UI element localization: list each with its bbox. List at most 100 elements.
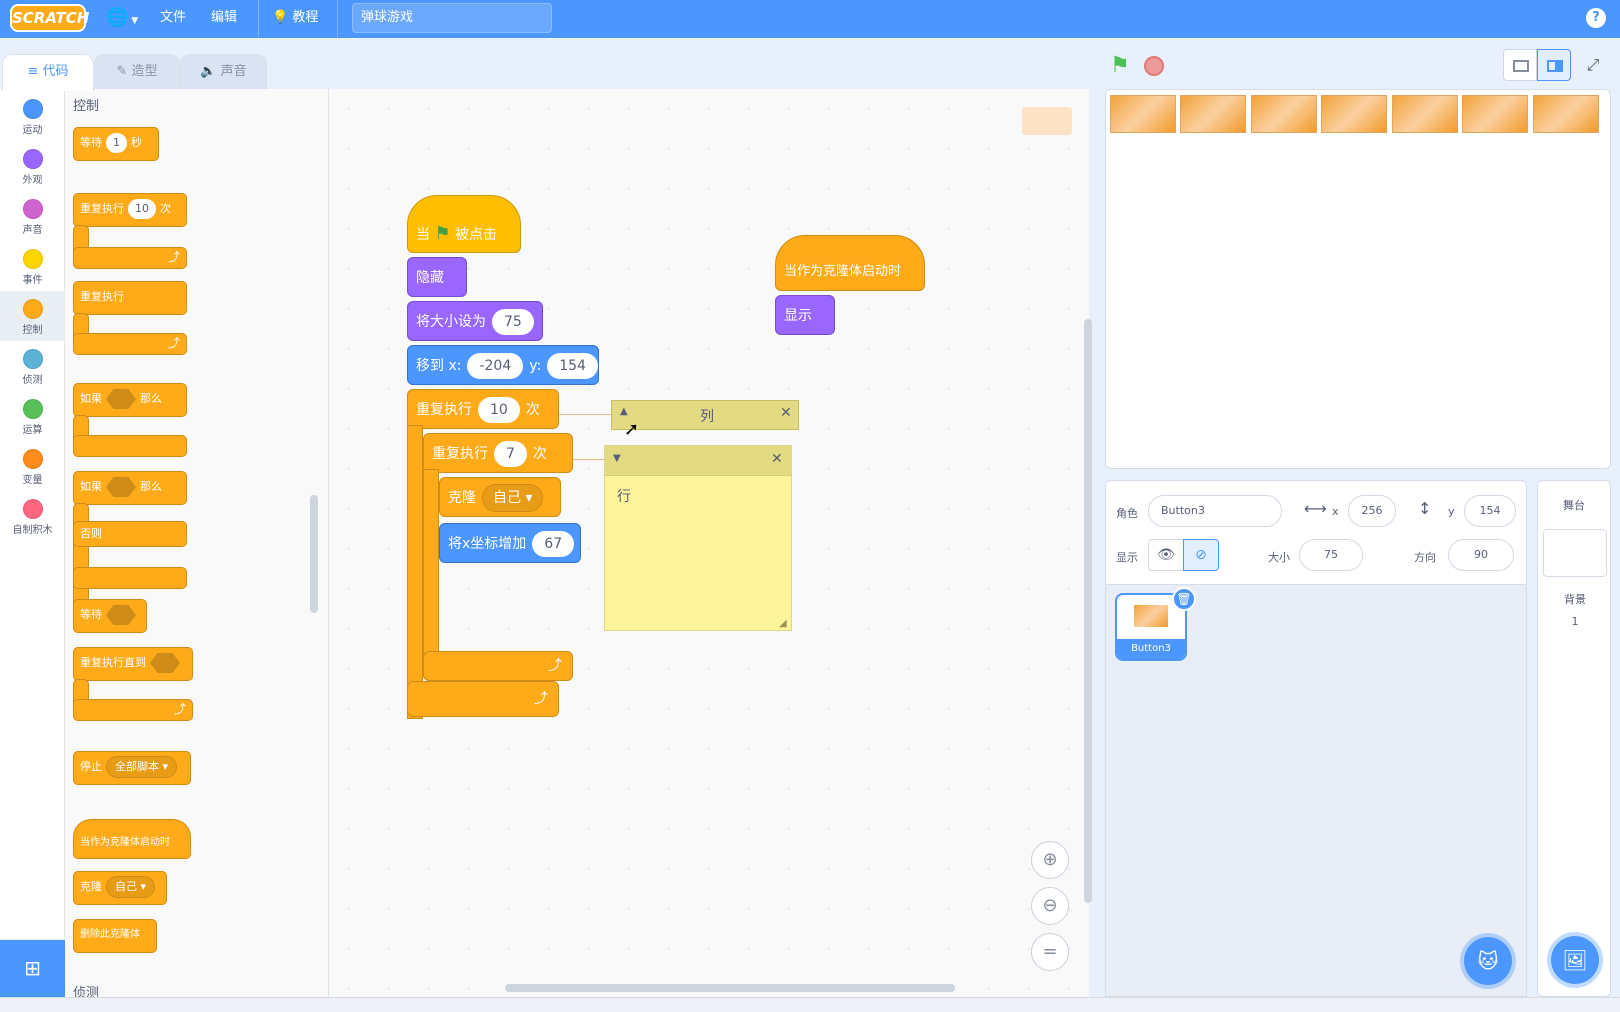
add-extension-button[interactable]: ⊞ [0,940,65,997]
stop-icon[interactable] [1144,56,1164,76]
stage-selector[interactable]: 舞台 背景 1 🖼 [1537,480,1611,997]
x-position-input[interactable]: 256 [1348,495,1396,527]
category-motion[interactable]: 运动 [0,91,65,141]
clone-target-dropdown[interactable]: 自己 ▾ [482,484,544,512]
tab-costumes[interactable]: ✎ 造型 [94,54,180,90]
close-icon[interactable]: ✕ [771,451,783,467]
zoom-out-icon[interactable]: ⊖ [1031,887,1069,925]
backdrop-thumbnail[interactable] [1543,529,1607,577]
category-sound[interactable]: 声音 [0,191,65,241]
show-block[interactable]: 显示 [775,295,835,335]
tutorials-menu[interactable]: 💡 教程 [272,0,318,38]
zoom-reset-icon[interactable]: = [1031,933,1069,971]
clone-dropdown[interactable]: 自己 ▾ [106,876,156,898]
stop-dropdown[interactable]: 全部脚本 ▾ [106,756,178,778]
if-then-block[interactable]: 如果 那么 [73,383,187,417]
small-stage-button[interactable] [1503,49,1537,81]
block-label: 删除此克隆体 [80,929,140,940]
tab-sounds[interactable]: 🔈 声音 [180,54,267,90]
wait-block[interactable]: 等待 1 秒 [73,127,159,161]
zoom-in-icon[interactable]: ⊕ [1031,841,1069,879]
repeat-until-block[interactable]: 重复执行直到 [73,647,193,681]
tab-costumes-label: 造型 [131,64,158,79]
set-size-block[interactable]: 将大小设为 75 [407,301,543,341]
chevron-up-icon[interactable]: ▲ [620,406,628,417]
category-control[interactable]: 控制 [0,291,65,341]
category-label: 声音 [22,225,43,236]
stage-button-sprite[interactable] [1533,95,1599,133]
category-events[interactable]: 事件 [0,241,65,291]
repeat-outer-block[interactable]: 重复执行 10 次 [407,389,559,429]
comment-collapsed[interactable]: ▲ 列 ✕ [611,400,799,430]
when-flag-clicked-hat[interactable]: 当 ⚑ 被点击 [407,195,521,253]
stop-block[interactable]: 停止 全部脚本 ▾ [73,751,191,785]
stage-button-sprite[interactable] [1321,95,1387,133]
scratch-logo[interactable]: SCRATCH [10,4,89,32]
stage-button-sprite[interactable] [1251,95,1317,133]
stage-canvas[interactable] [1105,89,1611,469]
question-icon[interactable]: ? [1586,8,1606,28]
clone-start-hat-block[interactable]: 当作为克隆体启动时 [775,235,925,291]
repeat-count-input[interactable]: 7 [494,441,527,467]
condition-slot[interactable] [106,477,136,497]
condition-slot[interactable] [106,389,136,409]
block-input[interactable]: 10 [128,199,156,219]
change-x-input[interactable]: 67 [532,531,575,557]
add-sprite-button[interactable]: 🐱 [1464,937,1512,985]
workspace-vertical-scrollbar[interactable] [1084,319,1092,903]
normal-stage-button[interactable] [1537,49,1571,81]
tutorials-label: 教程 [292,10,319,25]
resize-handle-icon[interactable]: ◢ [779,618,787,629]
code-workspace[interactable]: 当 ⚑ 被点击 隐藏 将大小设为 75 移到 x: -204 y: 154 重复执行 10… [329,89,1092,997]
clone-start-hat-block[interactable]: 当作为克隆体启动时 [73,819,191,859]
category-variables[interactable]: 变量 [0,441,65,491]
project-title-input[interactable]: 弹球游戏 [352,3,552,33]
category-my-blocks[interactable]: 自制积木 [0,491,65,541]
direction-input[interactable]: 90 [1448,539,1514,571]
comment-expanded[interactable]: ▼ ✕ 行 ◢ [604,445,792,631]
repeat-inner-block[interactable]: 重复执行 7 次 [423,433,573,473]
category-operators[interactable]: 运算 [0,391,65,441]
stage-button-sprite[interactable] [1392,95,1458,133]
add-backdrop-button[interactable]: 🖼 [1551,936,1599,984]
close-icon[interactable]: ✕ [780,405,792,421]
repeat-block[interactable]: 重复执行 10 次 [73,193,187,227]
size-input[interactable]: 75 [492,309,534,335]
green-flag-icon[interactable]: ⚑ [1110,54,1134,78]
comment-body[interactable]: 行 [617,486,631,506]
change-x-block[interactable]: 将x坐标增加 67 [439,523,581,563]
palette-scrollbar[interactable] [310,495,318,613]
stage-button-sprite[interactable] [1462,95,1528,133]
condition-slot[interactable] [106,605,136,625]
workspace-horizontal-scrollbar[interactable] [505,984,955,992]
goto-xy-block[interactable]: 移到 x: -204 y: 154 [407,345,599,385]
size-input[interactable]: 75 [1299,539,1363,571]
show-visible-button[interactable]: 👁 [1148,539,1184,571]
sprite-name-input[interactable]: Button3 [1148,495,1282,527]
category-looks[interactable]: 外观 [0,141,65,191]
repeat-count-input[interactable]: 10 [478,397,520,423]
stage-button-sprite[interactable] [1110,95,1176,133]
language-menu[interactable]: 🌐 ▼ [106,0,138,38]
category-sensing[interactable]: 侦测 [0,341,65,391]
if-else-block[interactable]: 如果 那么 [73,471,187,505]
chevron-down-icon[interactable]: ▼ [613,453,621,464]
create-clone-block[interactable]: 克隆 自己 ▾ [439,477,561,517]
fullscreen-icon[interactable]: ⤢ [1583,55,1603,75]
file-menu[interactable]: 文件 [160,0,186,38]
x-input[interactable]: -204 [467,353,524,379]
edit-menu[interactable]: 编辑 [211,0,237,38]
show-hidden-button[interactable]: ⊘ [1183,539,1219,571]
y-input[interactable]: 154 [547,353,598,379]
trash-icon[interactable]: 🗑 [1172,587,1196,611]
stage-button-sprite[interactable] [1180,95,1246,133]
forever-block[interactable]: 重复执行 [73,281,187,315]
block-input[interactable]: 1 [106,133,127,153]
tab-code[interactable]: ≡ 代码 [2,54,94,91]
delete-clone-block[interactable]: 删除此克隆体 [73,919,157,953]
hide-block[interactable]: 隐藏 [407,257,467,297]
y-position-input[interactable]: 154 [1464,495,1516,527]
wait-until-block[interactable]: 等待 [73,599,147,633]
create-clone-block[interactable]: 克隆 自己 ▾ [73,871,167,905]
condition-slot[interactable] [150,653,180,673]
